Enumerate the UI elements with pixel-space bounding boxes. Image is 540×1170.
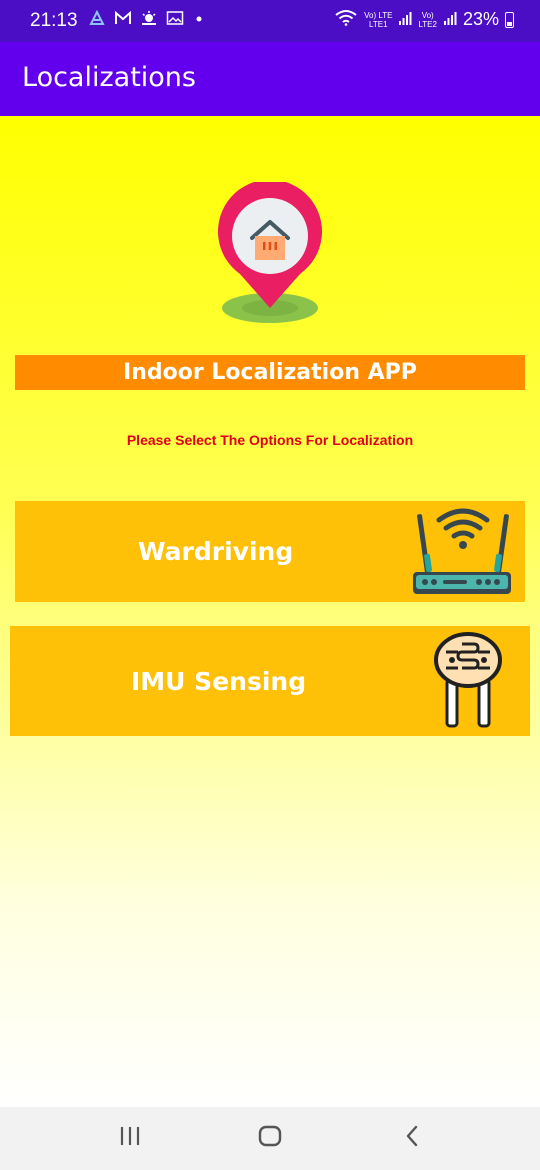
battery-icon [505, 11, 514, 28]
app-name-banner: Indoor Localization APP [15, 355, 525, 390]
network-top-label: Vo) LTE [364, 10, 393, 20]
back-button[interactable] [372, 1107, 452, 1170]
dot-icon [192, 10, 206, 30]
notification-icons [88, 9, 206, 30]
page-title: Localizations [22, 62, 196, 93]
notification-app-icon [88, 9, 106, 30]
sensor-icon [432, 630, 504, 730]
network-vo-label: Vo) [421, 10, 434, 20]
weather-icon [140, 10, 158, 30]
recents-button[interactable] [90, 1107, 170, 1170]
instruction-text: Please Select The Options For Localizati… [126, 432, 414, 448]
status-bar: 21:13 Vo) LTE LTE1 Vo) LTE2 23% [0, 0, 540, 42]
location-home-logo [212, 179, 328, 326]
imu-sensing-label: IMU Sensing [131, 666, 307, 696]
system-status: Vo) LTE LTE1 Vo) LTE2 23% [334, 8, 514, 31]
gmail-icon [114, 10, 132, 29]
imu-sensing-button[interactable]: IMU Sensing [10, 626, 530, 736]
navigation-bar [0, 1107, 540, 1170]
wifi-icon [334, 8, 358, 31]
back-icon [402, 1124, 422, 1153]
wardriving-button[interactable]: Wardriving [15, 501, 525, 602]
battery-percent: 23% [462, 9, 499, 29]
gallery-icon [166, 10, 184, 30]
network-lte2-label: LTE2 [418, 19, 437, 29]
network-label-sim1: Vo) LTE LTE1 [364, 11, 392, 29]
wifi-router-icon [411, 504, 515, 600]
home-icon [257, 1123, 283, 1154]
home-button[interactable] [230, 1107, 310, 1170]
wardriving-label: Wardriving [138, 537, 294, 566]
app-bar: Localizations [0, 42, 540, 116]
signal-icon-sim1 [398, 9, 412, 30]
status-time: 21:13 [30, 10, 78, 31]
signal-icon-sim2 [443, 9, 457, 30]
app-name-label: Indoor Localization APP [123, 360, 417, 385]
main-content: Indoor Localization APP Please Select Th… [0, 116, 540, 1107]
recents-icon [118, 1125, 142, 1152]
network-label-sim2: Vo) LTE2 [418, 11, 437, 29]
network-lte1-label: LTE1 [369, 19, 388, 29]
